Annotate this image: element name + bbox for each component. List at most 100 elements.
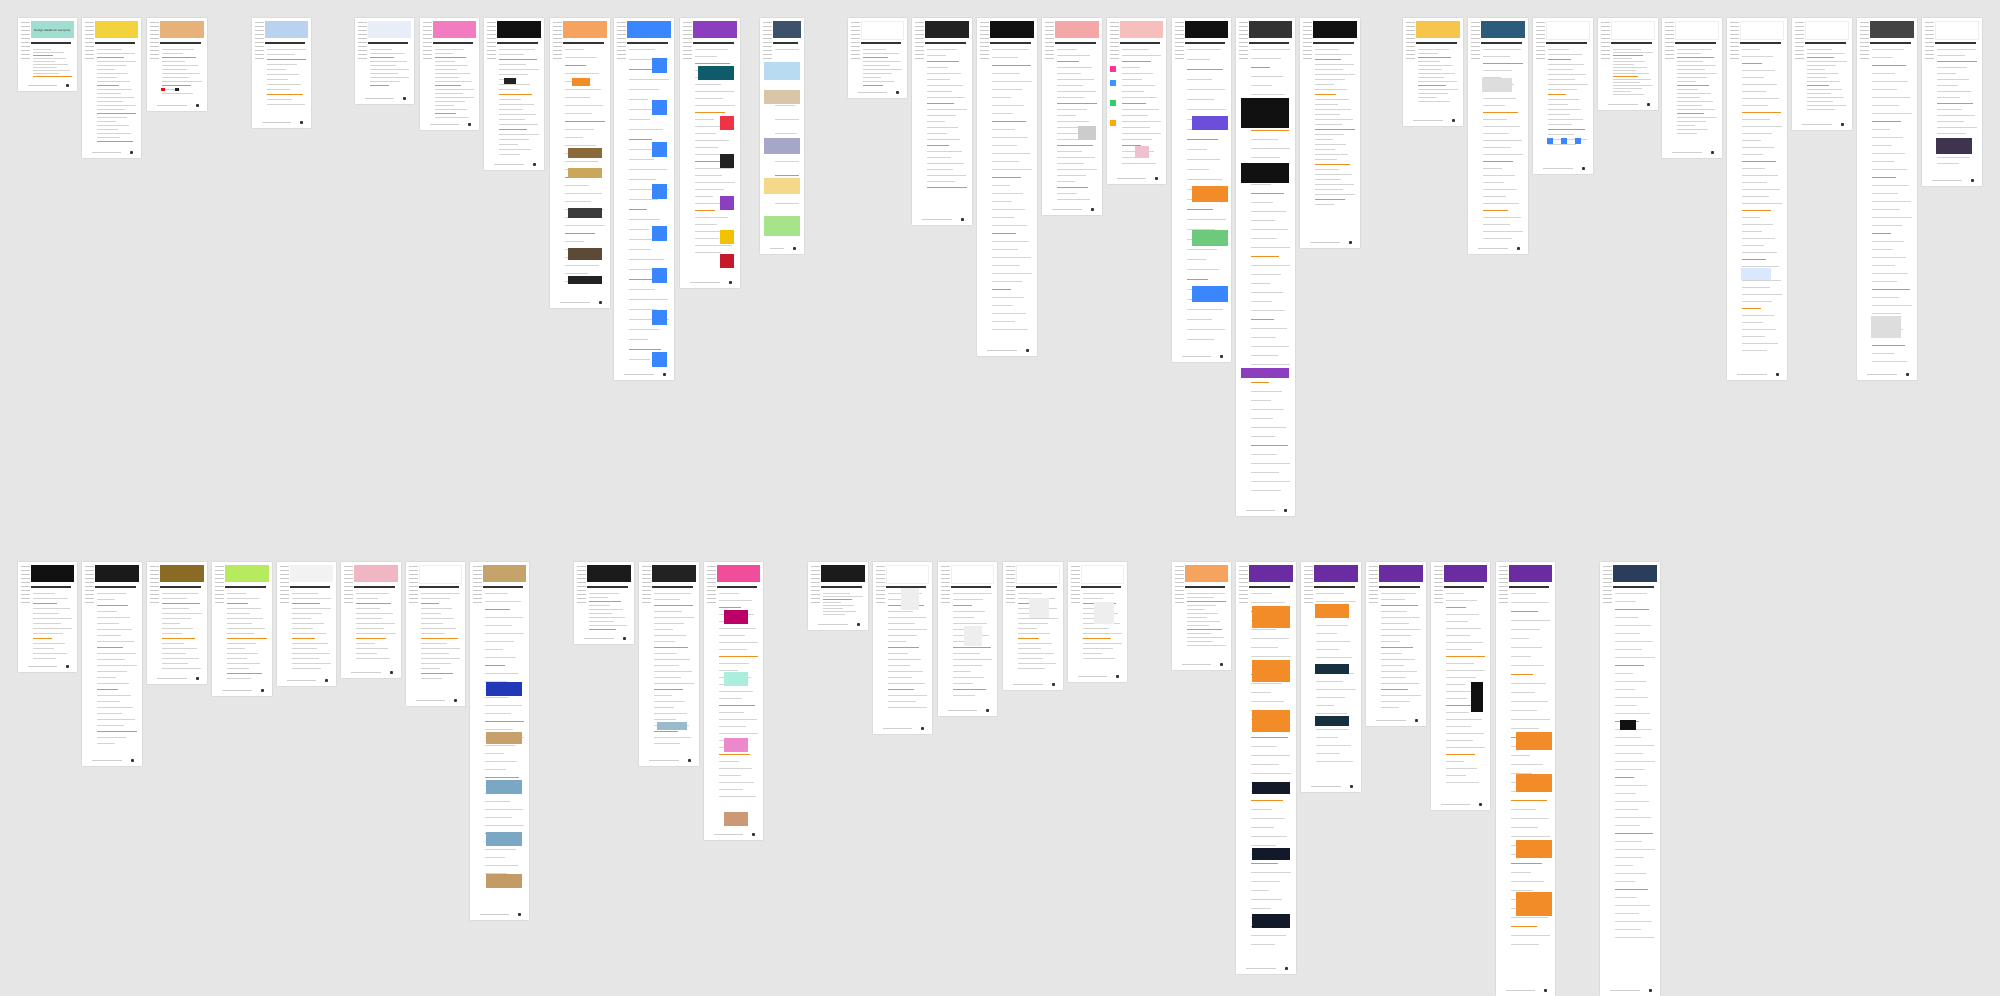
accent-link[interactable]	[292, 638, 315, 639]
accent-link[interactable]	[1381, 605, 1418, 606]
artboard-22[interactable]	[1533, 18, 1593, 174]
accent-link[interactable]	[953, 605, 972, 606]
accent-link[interactable]	[499, 94, 532, 95]
accent-link[interactable]	[1511, 863, 1542, 864]
accent-link[interactable]	[589, 601, 621, 602]
artboard-40[interactable]	[808, 562, 868, 630]
accent-link[interactable]	[1742, 259, 1766, 260]
accent-link[interactable]	[1122, 61, 1151, 62]
accent-link[interactable]	[695, 161, 720, 162]
artboard-6[interactable]	[420, 18, 479, 130]
artboard-46[interactable]	[1236, 562, 1296, 974]
accent-link[interactable]	[654, 605, 693, 606]
accent-link[interactable]	[695, 63, 730, 64]
accent-link[interactable]	[1483, 112, 1518, 113]
accent-link[interactable]	[1251, 193, 1284, 194]
accent-link[interactable]	[1872, 289, 1910, 290]
accent-link[interactable]	[1187, 601, 1226, 602]
accent-link[interactable]	[719, 705, 755, 706]
accent-link[interactable]	[695, 112, 725, 113]
accent-link[interactable]	[1381, 689, 1408, 690]
accent-link[interactable]	[1511, 800, 1547, 801]
accent-link[interactable]	[775, 175, 799, 176]
accent-link[interactable]	[1251, 800, 1283, 801]
accent-link[interactable]	[1251, 382, 1269, 383]
artboard-4[interactable]	[252, 18, 311, 128]
accent-link[interactable]	[1315, 199, 1345, 200]
accent-link[interactable]	[1315, 59, 1341, 60]
artboard-12[interactable]	[848, 18, 907, 98]
accent-link[interactable]	[370, 57, 394, 58]
accent-link[interactable]	[227, 673, 262, 674]
accent-link[interactable]	[863, 57, 888, 58]
accent-link[interactable]	[421, 603, 439, 604]
accent-link[interactable]	[654, 647, 688, 648]
accent-link[interactable]	[485, 665, 505, 666]
accent-link[interactable]	[927, 145, 949, 146]
accent-link[interactable]	[1057, 103, 1097, 104]
accent-link[interactable]	[1251, 67, 1270, 68]
accent-link[interactable]	[719, 656, 758, 657]
artboard-29[interactable]	[18, 562, 77, 672]
accent-link[interactable]	[1742, 210, 1771, 211]
artboard-10[interactable]	[680, 18, 740, 288]
accent-link[interactable]	[1677, 113, 1704, 114]
artboard-2[interactable]	[82, 18, 141, 158]
accent-link[interactable]	[1446, 656, 1485, 657]
accent-link[interactable]	[927, 103, 954, 104]
accent-link[interactable]	[162, 85, 191, 86]
artboard-39[interactable]	[704, 562, 763, 840]
artboard-11[interactable]	[760, 18, 804, 254]
accent-link[interactable]	[1937, 103, 1973, 104]
accent-link[interactable]	[33, 638, 52, 639]
accent-link[interactable]	[1511, 674, 1533, 675]
accent-link[interactable]	[1083, 638, 1111, 639]
accent-link[interactable]	[565, 65, 586, 66]
artboard-42[interactable]	[938, 562, 997, 716]
accent-link[interactable]	[1315, 164, 1350, 165]
accent-link[interactable]	[1872, 233, 1891, 234]
accent-link[interactable]	[1315, 129, 1355, 130]
accent-link[interactable]	[823, 599, 852, 600]
accent-link[interactable]	[1187, 629, 1222, 630]
artboard-28[interactable]	[1922, 18, 1982, 186]
artboard-23[interactable]	[1598, 18, 1658, 110]
accent-link[interactable]	[1742, 161, 1776, 162]
artboard-1[interactable]: Design details for everyone	[18, 18, 77, 91]
accent-link[interactable]	[565, 233, 595, 234]
accent-link[interactable]	[485, 721, 524, 722]
accent-link[interactable]	[1937, 61, 1977, 62]
artboard-45[interactable]	[1172, 562, 1231, 670]
artboard-5[interactable]	[355, 18, 414, 104]
accent-link[interactable]	[629, 209, 647, 210]
artboard-26[interactable]	[1792, 18, 1852, 130]
accent-link[interactable]	[97, 605, 128, 606]
accent-link[interactable]	[435, 85, 461, 86]
accent-link[interactable]	[992, 121, 1026, 122]
accent-link[interactable]	[1251, 130, 1289, 131]
accent-link[interactable]	[1251, 737, 1288, 738]
accent-link[interactable]	[97, 647, 123, 648]
accent-link[interactable]	[227, 638, 267, 639]
accent-link[interactable]	[1615, 609, 1649, 610]
artboard-17[interactable]	[1172, 18, 1231, 362]
accent-link[interactable]	[162, 57, 196, 58]
accent-link[interactable]	[485, 609, 510, 610]
accent-link[interactable]	[1187, 69, 1223, 70]
accent-link[interactable]	[589, 629, 616, 630]
artboard-20[interactable]	[1403, 18, 1463, 126]
accent-link[interactable]	[97, 57, 124, 58]
accent-link[interactable]	[1483, 210, 1508, 211]
artboard-37[interactable]	[574, 562, 634, 644]
artboard-16[interactable]	[1107, 18, 1166, 184]
accent-link[interactable]	[33, 76, 72, 77]
accent-link[interactable]	[1251, 256, 1279, 257]
accent-link[interactable]	[1483, 63, 1523, 64]
accent-link[interactable]	[888, 689, 914, 690]
artboard-48[interactable]	[1366, 562, 1426, 726]
accent-link[interactable]	[953, 689, 986, 690]
accent-link[interactable]	[1511, 926, 1537, 927]
accent-link[interactable]	[953, 647, 991, 648]
accent-link[interactable]	[1187, 209, 1213, 210]
accent-link[interactable]	[565, 121, 605, 122]
